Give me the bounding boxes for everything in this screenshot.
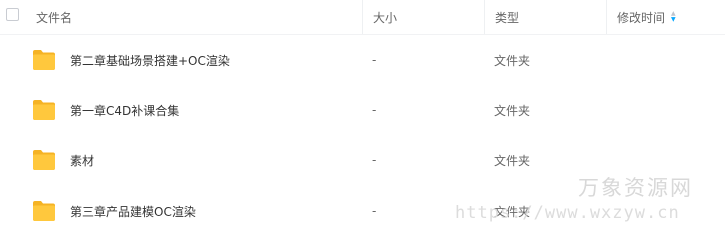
folder-icon — [33, 50, 55, 70]
file-size: - — [372, 103, 377, 117]
column-header-type[interactable]: 类型 — [495, 0, 519, 34]
folder-icon — [33, 150, 55, 170]
file-size: - — [372, 204, 377, 218]
folder-icon — [33, 100, 55, 120]
column-divider[interactable] — [484, 0, 485, 34]
file-row[interactable]: 第二章基础场景搭建+OC渲染 - 文件夹 — [0, 35, 725, 85]
column-header-type-label: 类型 — [495, 10, 520, 25]
file-name-link[interactable]: 素材 — [70, 135, 94, 185]
column-divider[interactable] — [606, 0, 607, 34]
watermark-title: 万象资源网 — [578, 176, 693, 200]
file-type: 文件夹 — [494, 153, 531, 168]
file-list: 文件名 大小 类型 修改时间 ▲ ▼ 第二章基础场景搭建+OC渲染 - 文件夹 — [0, 0, 725, 248]
file-name-link[interactable]: 第一章C4D补课合集 — [70, 85, 179, 135]
file-name-link[interactable]: 第三章产品建模OC渲染 — [70, 186, 196, 236]
file-row[interactable]: 第一章C4D补课合集 - 文件夹 — [0, 85, 725, 135]
column-header-size[interactable]: 大小 — [373, 0, 397, 34]
file-type: 文件夹 — [494, 53, 531, 68]
file-type: 文件夹 — [494, 103, 531, 118]
file-size: - — [372, 153, 377, 167]
column-header-name-label: 文件名 — [36, 10, 73, 25]
column-header-size-label: 大小 — [373, 10, 398, 25]
column-divider[interactable] — [362, 0, 363, 34]
file-list-header: 文件名 大小 类型 修改时间 ▲ ▼ — [0, 0, 725, 35]
watermark-url: https://www.wxzyw.cn — [455, 203, 680, 223]
column-header-modified[interactable]: 修改时间 ▲ ▼ — [617, 0, 676, 34]
sort-arrow-icon[interactable]: ▲ ▼ — [671, 11, 676, 23]
folder-icon — [33, 201, 55, 221]
column-header-name[interactable]: 文件名 — [36, 0, 72, 34]
column-header-modified-label: 修改时间 — [617, 10, 666, 25]
select-all-checkbox[interactable] — [6, 8, 19, 21]
file-size: - — [372, 53, 377, 67]
file-name-link[interactable]: 第二章基础场景搭建+OC渲染 — [70, 35, 230, 85]
